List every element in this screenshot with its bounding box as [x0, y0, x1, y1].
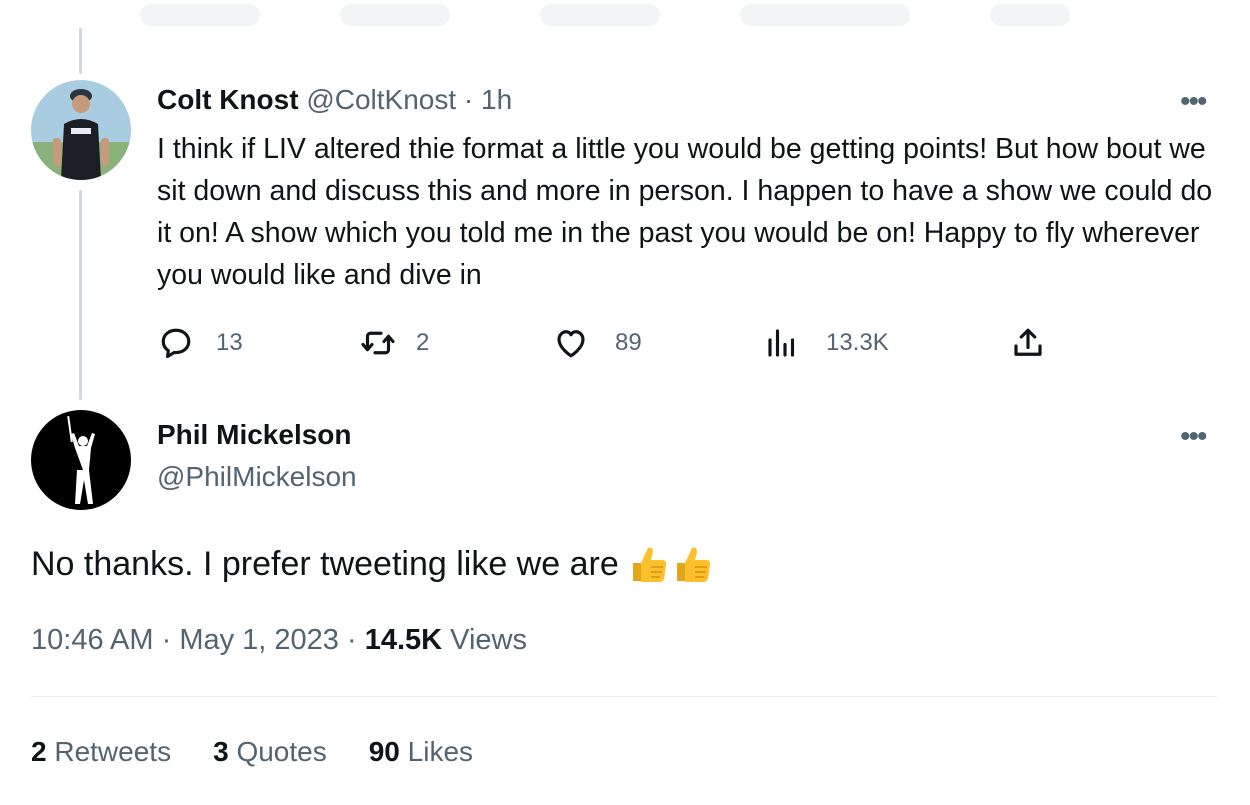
- reply-action-views[interactable]: 13.3K: [764, 325, 889, 361]
- retweet-count: 2: [416, 329, 430, 356]
- thumbs-up-icon: [632, 547, 666, 582]
- avatar-phil-mickelson[interactable]: [31, 410, 131, 510]
- reply-separator: ·: [456, 84, 482, 115]
- main-text: No thanks. I prefer tweeting like we are: [31, 543, 713, 585]
- reply-author-handle[interactable]: @ColtKnost: [306, 84, 456, 115]
- likes-label: Likes: [407, 736, 474, 767]
- reply-more-button[interactable]: •••: [1180, 87, 1207, 117]
- like-count: 89: [615, 329, 642, 356]
- reply-author-name[interactable]: Colt Knost: [157, 84, 299, 115]
- tweet-views-label: Views: [450, 624, 527, 656]
- timestamp-separator-2: ·: [338, 624, 365, 656]
- like-icon: [557, 330, 585, 358]
- reply-action-reply[interactable]: 13: [158, 325, 243, 361]
- main-author-name[interactable]: Phil Mickelson: [157, 419, 352, 451]
- reply-action-retweet[interactable]: 2: [360, 325, 429, 361]
- tweet-time[interactable]: 10:46 AM: [31, 624, 154, 656]
- views-count: 13.3K: [826, 329, 889, 356]
- tweet-date[interactable]: May 1, 2023: [179, 624, 339, 656]
- retweets-total: 2: [31, 736, 47, 767]
- tweet-timestamp: 10:46 AM · May 1, 2023 · 14.5K Views: [31, 624, 527, 657]
- avatar-colt-knost[interactable]: [31, 80, 131, 180]
- reply-time[interactable]: 1h: [481, 84, 512, 115]
- reply-text: I think if LIV altered thie format a lit…: [157, 133, 1213, 291]
- main-more-button[interactable]: •••: [1180, 422, 1207, 452]
- stat-quotes[interactable]: 3 Quotes: [213, 736, 327, 768]
- thumbs-up-icon: [676, 547, 710, 582]
- reply-icon: [161, 328, 191, 359]
- main-text-body: No thanks. I prefer tweeting like we are: [31, 544, 619, 583]
- faded-header-strip: [0, 0, 1250, 30]
- main-author-handle[interactable]: @PhilMickelson: [157, 461, 357, 493]
- retweet-icon: [361, 331, 395, 355]
- reply-count: 13: [216, 329, 243, 356]
- tweet-views-count: 14.5K: [364, 624, 443, 656]
- stat-retweets[interactable]: 2 Retweets: [31, 736, 171, 768]
- share-icon: [1014, 328, 1042, 356]
- reply-action-like[interactable]: 89: [553, 325, 642, 361]
- retweets-label: Retweets: [54, 736, 172, 767]
- reply-action-share[interactable]: [1010, 325, 1046, 361]
- quotes-label: Quotes: [236, 736, 327, 767]
- stats-divider: [31, 696, 1217, 697]
- quotes-total: 3: [213, 736, 229, 767]
- stat-likes[interactable]: 90 Likes: [369, 736, 473, 768]
- timestamp-separator-1: ·: [153, 624, 180, 656]
- thread-line-bottom: [79, 190, 82, 400]
- engagement-stats: 2 Retweets 3 Quotes 90 Likes: [31, 736, 515, 768]
- thread-line-top: [79, 28, 82, 74]
- reply-header: Colt Knost @ColtKnost · 1h: [157, 84, 512, 116]
- likes-total: 90: [368, 736, 400, 767]
- views-icon: [768, 329, 795, 357]
